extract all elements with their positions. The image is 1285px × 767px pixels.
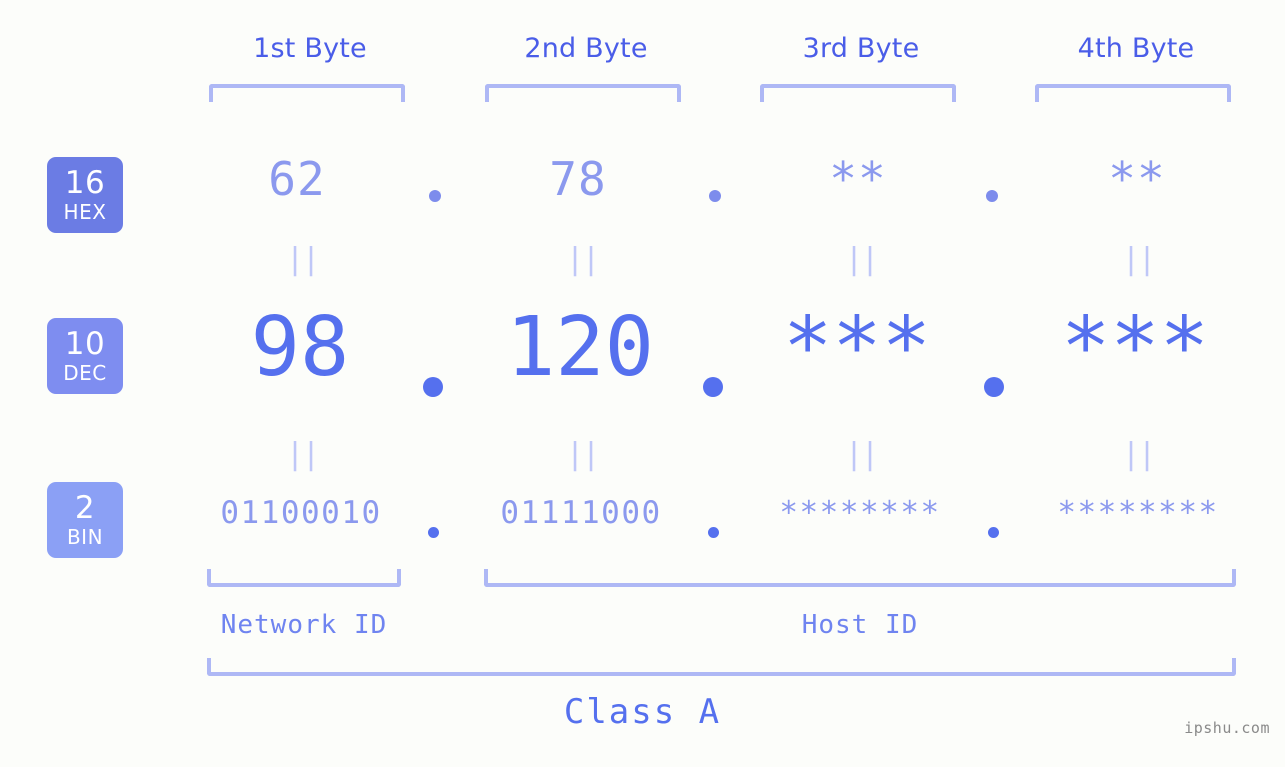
base-badge-bin-name: BIN bbox=[66, 525, 104, 549]
hex-byte-1: 62 bbox=[268, 152, 326, 206]
base-badge-hex: 16 HEX bbox=[47, 157, 123, 233]
bin-separator-dot-2 bbox=[708, 527, 719, 538]
dec-separator-dot-1 bbox=[423, 377, 443, 397]
hex-separator-dot-3 bbox=[986, 190, 998, 202]
equivalence-mark-4: || bbox=[1122, 242, 1156, 277]
dec-byte-4: *** bbox=[1060, 300, 1210, 395]
equivalence-mark-1: || bbox=[286, 242, 320, 277]
equivalence-mark-2: || bbox=[566, 242, 600, 277]
network-id-bracket bbox=[207, 569, 401, 587]
byte-bracket-4 bbox=[1035, 84, 1231, 102]
class-bracket bbox=[207, 658, 1236, 676]
network-id-label: Network ID bbox=[220, 610, 388, 640]
byte-header-4: 4th Byte bbox=[1077, 33, 1195, 64]
class-label: Class A bbox=[563, 692, 722, 732]
equivalence-mark-6: || bbox=[566, 437, 600, 472]
byte-header-2: 2nd Byte bbox=[524, 33, 648, 64]
bin-byte-3: ******** bbox=[779, 495, 941, 531]
hex-byte-4: ** bbox=[1108, 152, 1166, 206]
byte-header-1: 1st Byte bbox=[253, 33, 367, 64]
base-badge-dec-name: DEC bbox=[63, 361, 107, 385]
byte-bracket-1 bbox=[209, 84, 405, 102]
dec-byte-3: *** bbox=[782, 300, 932, 395]
ip-address-diagram: 1st Byte 2nd Byte 3rd Byte 4th Byte 16 H… bbox=[0, 0, 1285, 767]
dec-byte-1: 98 bbox=[250, 300, 350, 395]
byte-bracket-2 bbox=[485, 84, 681, 102]
base-badge-bin: 2 BIN bbox=[47, 482, 123, 558]
hex-separator-dot-2 bbox=[709, 190, 721, 202]
bin-byte-1: 01100010 bbox=[220, 495, 382, 531]
base-badge-dec: 10 DEC bbox=[47, 318, 123, 394]
base-badge-hex-name: HEX bbox=[63, 200, 107, 224]
byte-bracket-3 bbox=[760, 84, 956, 102]
base-badge-hex-number: 16 bbox=[64, 165, 106, 201]
byte-header-3: 3rd Byte bbox=[802, 33, 920, 64]
equivalence-mark-8: || bbox=[1122, 437, 1156, 472]
site-watermark: ipshu.com bbox=[1184, 719, 1270, 737]
dec-byte-2: 120 bbox=[505, 300, 655, 395]
host-id-label: Host ID bbox=[801, 610, 919, 640]
hex-separator-dot-1 bbox=[429, 190, 441, 202]
base-badge-bin-number: 2 bbox=[74, 490, 96, 526]
bin-byte-4: ******** bbox=[1057, 495, 1219, 531]
bin-separator-dot-1 bbox=[428, 527, 439, 538]
bin-separator-dot-3 bbox=[988, 527, 999, 538]
hex-byte-3: ** bbox=[829, 152, 887, 206]
equivalence-mark-7: || bbox=[845, 437, 879, 472]
dec-separator-dot-2 bbox=[703, 377, 723, 397]
bin-byte-2: 01111000 bbox=[500, 495, 662, 531]
hex-byte-2: 78 bbox=[549, 152, 607, 206]
base-badge-dec-number: 10 bbox=[64, 326, 106, 362]
host-id-bracket bbox=[484, 569, 1236, 587]
equivalence-mark-3: || bbox=[845, 242, 879, 277]
equivalence-mark-5: || bbox=[286, 437, 320, 472]
dec-separator-dot-3 bbox=[984, 377, 1004, 397]
